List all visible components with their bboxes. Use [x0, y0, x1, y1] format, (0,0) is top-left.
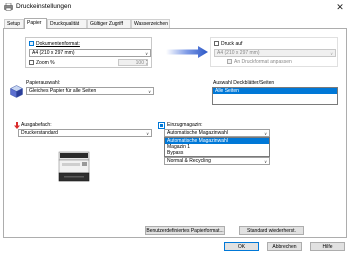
print-on-label: Druck auf	[221, 41, 243, 47]
input-tray-dropdown-list[interactable]: Automatische Magazinwahl Magazin 1 Bypas…	[164, 137, 270, 157]
print-on-checkbox[interactable]	[214, 41, 219, 46]
tab-wasserzeichen[interactable]: Wasserzeichen	[131, 19, 170, 28]
print-on-select[interactable]: A4 (210 x 297 mm) ∨	[214, 49, 336, 57]
chevron-down-icon: ∨	[148, 89, 151, 94]
paper-tab-panel: Dokumentenformat: A4 (210 x 297 mm) ∨ Zo…	[3, 28, 347, 238]
fit-to-format-label: An Druckformat anpassen	[234, 59, 292, 65]
zoom-input[interactable]: 100	[118, 59, 148, 66]
arrow-down-icon	[14, 122, 20, 129]
input-tray-icon	[158, 122, 165, 129]
chevron-down-icon: ∨	[264, 131, 267, 136]
tab-papier[interactable]: Papier	[24, 18, 47, 29]
zoom-checkbox[interactable]	[29, 60, 34, 65]
print-on-value: A4 (210 x 297 mm)	[217, 50, 260, 56]
tab-druckqualitaet[interactable]: Druckqualität	[47, 19, 87, 28]
custom-paper-format-button[interactable]: Benutzerdefiniertes Papierformat...	[145, 226, 225, 235]
restore-defaults-button[interactable]: Standard wiederherst.	[239, 226, 304, 235]
input-tray-option[interactable]: Bypass	[165, 150, 269, 156]
cover-pages-label: Auswahl Deckblätter/Seiten	[213, 80, 275, 86]
paper-selection-value: Gleiches Papier für alle Seiten	[29, 88, 97, 94]
print-on-group: Druck auf A4 (210 x 297 mm) ∨ An Druckfo…	[210, 37, 338, 67]
arrow-right-icon	[166, 46, 208, 58]
close-icon[interactable]: ✕	[334, 1, 346, 13]
paper-selection-select[interactable]: Gleiches Papier für alle Seiten ∨	[26, 87, 154, 95]
zoom-spinner-icon[interactable]: ▴ ▾	[146, 58, 148, 66]
fit-to-format-checkbox[interactable]	[227, 59, 232, 64]
zoom-label: Zoom %	[36, 60, 55, 66]
window-title: Druckeinstellungen	[16, 3, 72, 10]
cover-pages-listbox[interactable]: Alle Seiten	[212, 87, 338, 105]
printer-illustration	[58, 151, 90, 182]
printer-icon	[4, 3, 13, 11]
chevron-down-icon: ∨	[146, 131, 149, 136]
paper-type-value: Normal & Recycling	[167, 158, 211, 164]
output-tray-value: Druckerstandard	[21, 130, 58, 136]
chevron-down-icon: ∨	[264, 159, 267, 164]
paper-type-select[interactable]: Normal & Recycling ∨	[164, 157, 270, 165]
chevron-down-icon: ∨	[145, 51, 148, 56]
input-tray-value: Automatische Magazinwahl	[167, 130, 228, 136]
tab-gueltiger-zugriff[interactable]: Gültiger Zugriff	[87, 19, 131, 28]
tab-setup[interactable]: Setup	[4, 19, 24, 28]
tab-bar: Setup Papier Druckqualität Gültiger Zugr…	[0, 18, 350, 29]
ok-button[interactable]: OK	[224, 242, 259, 251]
document-format-value: A4 (210 x 297 mm)	[32, 50, 75, 56]
chevron-down-icon: ∨	[330, 51, 333, 56]
paper-selection-label: Papierauswahl:	[26, 80, 61, 86]
paper-stack-icon	[10, 85, 23, 98]
output-tray-label: Ausgabefach:	[21, 122, 52, 128]
document-format-checkbox[interactable]	[29, 41, 34, 46]
help-button[interactable]: Hilfe	[310, 242, 345, 251]
document-format-label: Dokumentenformat:	[36, 41, 80, 47]
document-format-select[interactable]: A4 (210 x 297 mm) ∨	[29, 49, 151, 57]
output-tray-select[interactable]: Druckerstandard ∨	[18, 129, 152, 137]
cover-pages-item[interactable]: Alle Seiten	[213, 88, 337, 94]
document-format-group: Dokumentenformat: A4 (210 x 297 mm) ∨ Zo…	[25, 37, 152, 68]
cancel-button[interactable]: Abbrechen	[267, 242, 302, 251]
input-tray-select[interactable]: Automatische Magazinwahl ∨	[164, 129, 270, 137]
title-bar: Druckeinstellungen ✕	[0, 0, 350, 15]
input-tray-label: Einzugmagazin:	[167, 122, 203, 128]
